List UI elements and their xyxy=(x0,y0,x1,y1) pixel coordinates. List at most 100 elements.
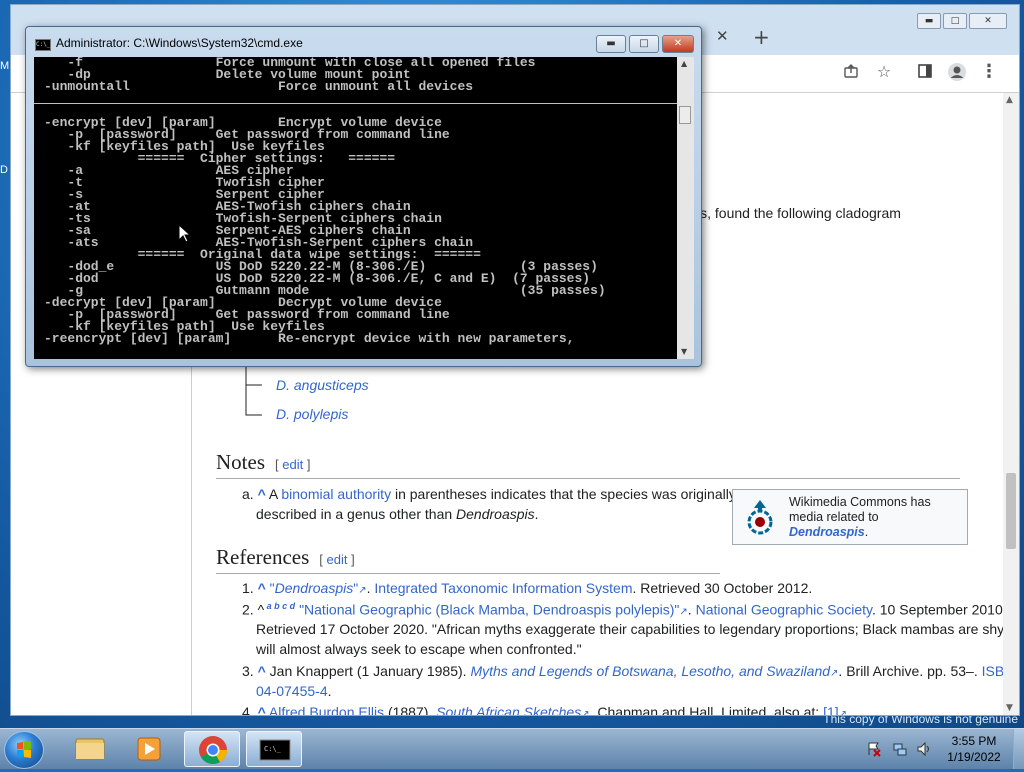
isbn-link-cont[interactable]: 04-07455-4 xyxy=(256,683,328,699)
cmd-minimize-button[interactable]: ▬ xyxy=(596,35,626,53)
note-a: a. ^ A binomial authority in parentheses… xyxy=(242,486,736,502)
external-link-icon: ↗ xyxy=(581,709,590,715)
note-line2-italic: Dendroaspis xyxy=(456,506,535,522)
ref-number: 1. xyxy=(242,580,254,596)
cmd-close-button[interactable]: ✕ xyxy=(662,35,694,53)
page-scrollbar[interactable]: ▲ ▼ xyxy=(1003,93,1019,715)
ref-quote-open[interactable]: " xyxy=(266,580,275,596)
binomial-authority-link[interactable]: binomial authority xyxy=(281,486,391,502)
tab-close-button[interactable]: ✕ xyxy=(716,27,729,45)
reference-4: 4. ^ Alfred Burdon Ellis (1887). South A… xyxy=(242,704,847,715)
network-icon[interactable] xyxy=(892,741,908,761)
cmd-icon: C:\_ xyxy=(259,739,291,761)
ref-number: 3. xyxy=(242,663,254,679)
ref-backlink[interactable]: ^ xyxy=(258,663,266,679)
ref-backlink[interactable]: ^ xyxy=(258,580,266,596)
external-link-icon: ↗ xyxy=(358,585,367,596)
cladogram-taxon-angusticeps[interactable]: D. angusticeps xyxy=(276,377,369,393)
clock-date: 1/19/2022 xyxy=(947,750,1001,764)
cmd-title: Administrator: C:\Windows\System32\cmd.e… xyxy=(56,36,303,50)
star-icon[interactable]: ☆ xyxy=(872,62,896,81)
myths-legends-link[interactable]: Myths and Legends of Botswana, Lesotho, … xyxy=(470,663,830,679)
references-edit-link[interactable]: edit xyxy=(327,552,348,567)
chrome-taskbar-button[interactable] xyxy=(184,731,240,767)
ref-backlink[interactable]: ^ xyxy=(258,704,266,715)
profile-icon[interactable] xyxy=(945,62,969,86)
ref-text: . xyxy=(327,683,332,699)
ref-text: . Brill Archive. pp. 53–. xyxy=(838,663,982,679)
cladogram-taxon-polylepis[interactable]: D. polylepis xyxy=(276,406,348,422)
notes-edit: [ edit ] xyxy=(275,457,310,472)
browser-maximize-button[interactable]: □ xyxy=(943,13,967,29)
natgeo-article-link[interactable]: "National Geographic (Black Mamba, Dendr… xyxy=(299,602,679,618)
ref-dendroaspis-link[interactable]: Dendroaspis xyxy=(275,580,354,596)
notes-edit-link[interactable]: edit xyxy=(282,457,303,472)
note-backlink[interactable]: ^ xyxy=(258,486,266,502)
ref-text: . Chapman and Hall, Limited. also at: xyxy=(589,704,824,715)
reference-3: 3. ^ Jan Knappert (1 January 1985). Myth… xyxy=(242,663,1004,679)
start-button[interactable] xyxy=(4,731,44,769)
ref-sup-backlinks[interactable]: a b c d xyxy=(264,601,296,611)
windows-logo-icon xyxy=(17,741,31,758)
new-tab-button[interactable]: + xyxy=(753,25,770,49)
reference-2: 2. ^ a b c d "National Geographic (Black… xyxy=(242,601,1004,618)
ref-number: 4. xyxy=(242,704,254,715)
media-player-icon xyxy=(137,737,161,761)
mouse-cursor-icon xyxy=(178,224,192,243)
note-text-post: in parentheses indicates that the specie… xyxy=(391,486,736,502)
console-output[interactable]: -f Force unmount with close all opened f… xyxy=(34,57,677,359)
scroll-up-icon[interactable]: ▲ xyxy=(1006,95,1013,105)
wikimedia-commons-icon xyxy=(747,500,773,535)
sketches-link[interactable]: South African Sketches xyxy=(436,704,581,715)
ellis-link[interactable]: Alfred Burdon Ellis xyxy=(269,704,384,715)
system-clock[interactable]: 3:55 PM 1/19/2022 xyxy=(944,733,1004,765)
note-line2-post: . xyxy=(534,506,539,522)
svg-text:C:\_: C:\_ xyxy=(264,745,282,753)
commons-line2: media related to xyxy=(789,510,879,524)
partial-text: sis, found the following cladogram xyxy=(690,205,901,221)
ref-text-pre: (1887). xyxy=(384,704,437,715)
volume-icon[interactable] xyxy=(916,741,932,761)
cmd-taskbar-button[interactable]: C:\_ xyxy=(246,731,302,767)
natgeo-society-link[interactable]: National Geographic Society xyxy=(696,602,872,618)
note-text-pre: A xyxy=(265,486,282,502)
console-divider xyxy=(34,103,677,104)
desktop-mark-d: D xyxy=(0,164,8,176)
reference-2-line3: will almost always seek to escape when c… xyxy=(256,641,582,657)
cmd-scroll-thumb[interactable] xyxy=(679,106,691,124)
ref-text: . Retrieved 30 October 2012. xyxy=(632,580,813,596)
commons-box: Wikimedia Commons has media related to D… xyxy=(732,489,968,545)
references-heading-text: References xyxy=(216,545,310,569)
itis-link[interactable]: Integrated Taxonomic Information System xyxy=(374,580,632,596)
cmd-scroll-up-icon[interactable]: ▲ xyxy=(681,59,687,68)
browser-minimize-button[interactable]: ▬ xyxy=(917,13,941,29)
commons-text: Wikimedia Commons has media related to D… xyxy=(789,495,965,540)
references-edit-close: ] xyxy=(347,552,355,567)
explorer-taskbar-button[interactable] xyxy=(62,731,118,767)
page-scroll-thumb[interactable] xyxy=(1006,473,1016,549)
notes-edit-close: ] xyxy=(303,457,311,472)
share-icon[interactable] xyxy=(839,63,863,83)
media-player-taskbar-button[interactable] xyxy=(122,731,178,767)
action-center-icon[interactable] xyxy=(866,741,882,761)
cmd-scrollbar[interactable]: ▲ ▼ xyxy=(677,57,694,359)
commons-post: . xyxy=(864,525,869,539)
cmd-maximize-button[interactable]: □ xyxy=(629,35,659,53)
external-link-icon: ↗ xyxy=(679,606,688,618)
show-desktop-button[interactable] xyxy=(1013,729,1024,769)
explorer-icon xyxy=(75,738,105,760)
sidebar-icon[interactable] xyxy=(913,63,937,83)
ref-text-pre: Jan Knappert (1 January 1985). xyxy=(265,663,471,679)
console-lines-top: -f Force unmount with close all opened f… xyxy=(44,57,536,94)
cmd-window-icon: C:\_ xyxy=(35,39,51,51)
isbn-link[interactable]: ISBN 90- xyxy=(982,663,1004,679)
menu-icon[interactable]: ⋮ xyxy=(977,61,1001,82)
cmd-scroll-down-icon[interactable]: ▼ xyxy=(681,347,687,356)
browser-close-button[interactable]: ✕ xyxy=(969,13,1007,29)
also-at-link[interactable]: [1] xyxy=(823,704,839,715)
commons-dendroaspis-link[interactable]: Dendroaspis xyxy=(789,525,865,539)
clock-time: 3:55 PM xyxy=(951,734,997,748)
reference-3-line2: 04-07455-4. xyxy=(256,683,332,699)
reference-2-line2: Retrieved 17 October 2020. "African myth… xyxy=(256,621,1004,637)
scroll-down-icon[interactable]: ▼ xyxy=(1006,703,1013,713)
